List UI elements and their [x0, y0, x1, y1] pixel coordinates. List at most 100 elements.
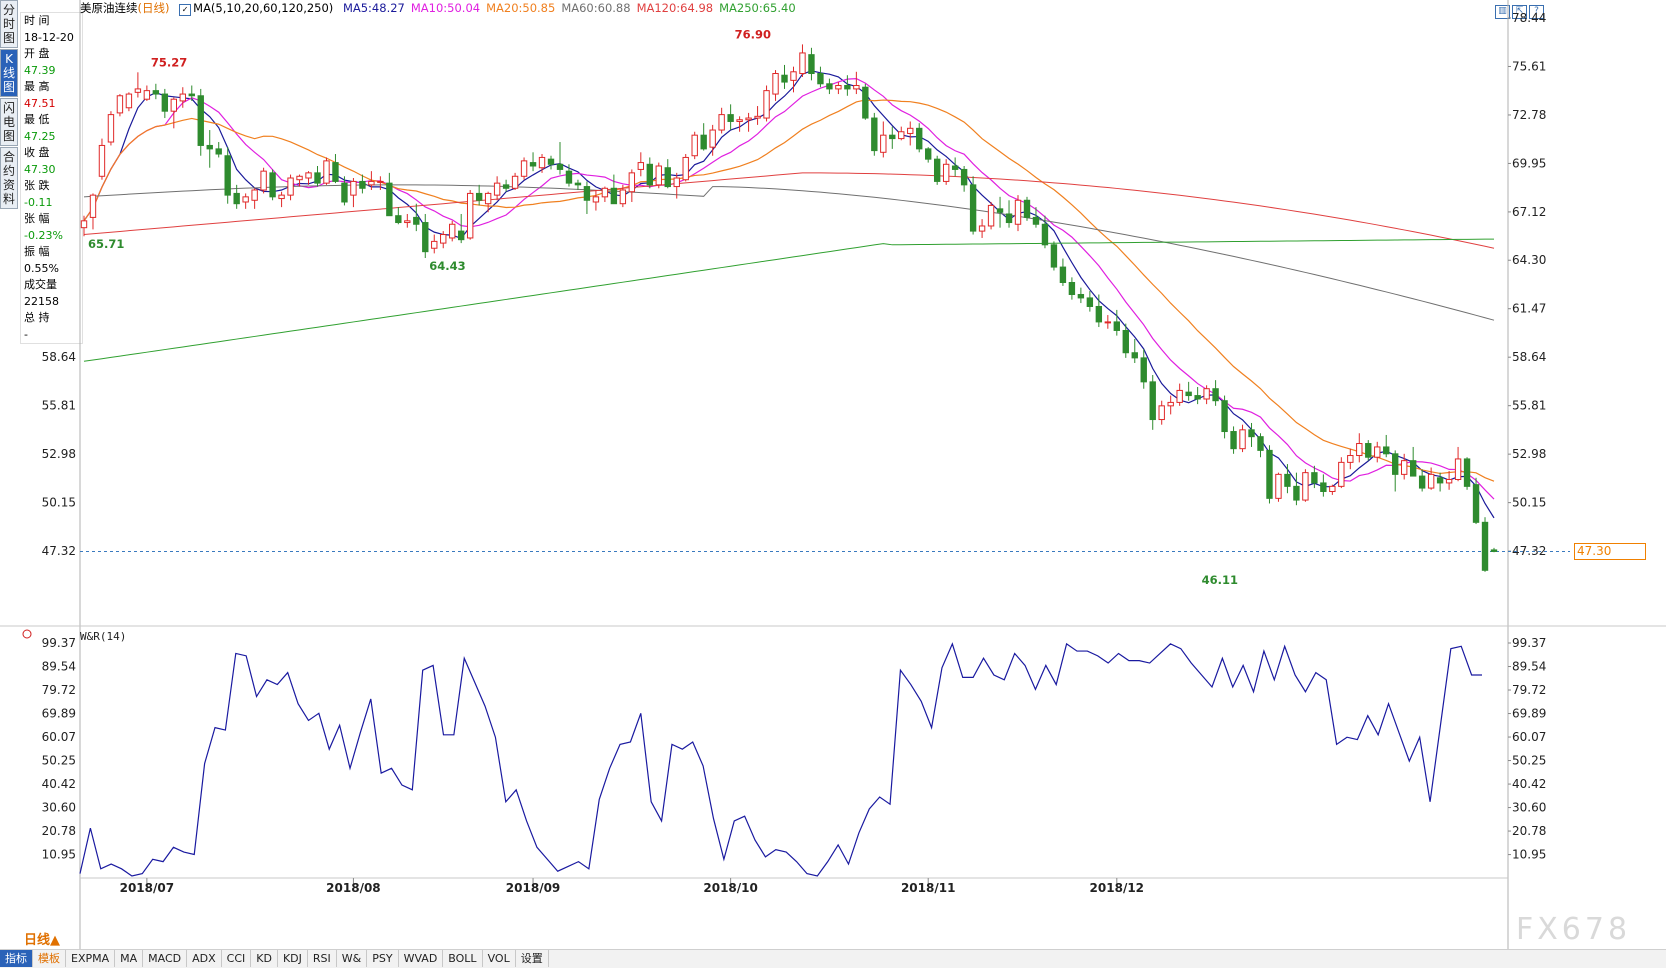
candle-body [808, 54, 815, 75]
candle-body [161, 93, 169, 112]
candle-body [925, 148, 932, 160]
wr-title: W&R(14) [80, 630, 126, 643]
candle-body [1481, 521, 1489, 571]
candle-body [736, 119, 743, 122]
candle-body [143, 90, 151, 100]
indicator-tab[interactable]: EXPMA [66, 950, 116, 967]
indicator-tab[interactable]: KD [251, 950, 278, 967]
price-tick-right: 78.44 [1512, 11, 1546, 25]
indicator-tab[interactable]: WVAD [399, 950, 444, 967]
candle-body [1293, 485, 1300, 501]
candle-body [1032, 216, 1040, 225]
candle-body [449, 223, 456, 239]
candle-body [1005, 213, 1013, 224]
wr-tick-left: 50.25 [42, 754, 76, 768]
candle-body [278, 194, 285, 200]
indicator-tab[interactable]: ADX [187, 950, 222, 967]
candle-body [1140, 357, 1147, 383]
candle-body [1023, 199, 1031, 218]
candle-body [1320, 482, 1327, 492]
candle-body [1275, 473, 1282, 499]
candle-body [978, 225, 986, 232]
candle-body [458, 230, 465, 241]
ma5-line [83, 70, 1495, 519]
price-tick-left: 58.64 [42, 350, 76, 364]
candle-body [422, 222, 429, 253]
wr-tick-left: 30.60 [42, 801, 76, 815]
indicator-tab[interactable]: BOLL [443, 950, 483, 967]
candle-body [1383, 446, 1390, 455]
wr-tick-right: 99.37 [1512, 636, 1546, 650]
candle-body [1122, 329, 1129, 354]
extreme-label: 75.27 [151, 55, 187, 69]
wr-tick-left: 79.72 [42, 683, 76, 697]
indicator-tab[interactable]: KDJ [278, 950, 308, 967]
candle-body [700, 134, 707, 150]
indicator-tab[interactable]: PSY [367, 950, 399, 967]
candle-body [1104, 321, 1112, 324]
candle-body [1472, 484, 1480, 523]
candle-body [1311, 472, 1318, 484]
candle-body [1230, 431, 1237, 450]
candle-body [709, 129, 716, 148]
candle-body [691, 134, 698, 157]
indicator-tab[interactable]: RSI [308, 950, 337, 967]
candle-body [206, 144, 213, 150]
candle-body [1284, 473, 1291, 487]
candle-body [287, 177, 294, 196]
candle-body [907, 127, 914, 134]
indicator-toolbar: 指标 模板 EXPMA MA MACD ADX CCI KD KDJ RSI W& PSY WVAD BO… [0, 949, 1666, 968]
candle-body [601, 187, 609, 198]
candle-body [89, 194, 97, 218]
wr-line [79, 642, 1482, 877]
candle-body [592, 196, 600, 203]
wr-tick-left: 10.95 [42, 848, 76, 862]
candle-body [1257, 436, 1264, 451]
candle-body [1095, 305, 1103, 323]
indicator-tab[interactable]: CCI [222, 950, 252, 967]
indicator-tab[interactable]: W& [337, 950, 368, 967]
price-tick-right: 58.64 [1512, 350, 1546, 364]
candle-body [404, 220, 411, 224]
candle-body [332, 162, 339, 182]
price-tick-left: 47.32 [42, 544, 76, 558]
extreme-label: 64.43 [429, 259, 465, 273]
price-tick-right: 61.47 [1512, 302, 1546, 316]
candle-body [1490, 549, 1498, 552]
candle-body [718, 114, 725, 131]
candle-body [296, 175, 303, 181]
wr-tick-right: 30.60 [1512, 801, 1546, 815]
wr-settings-icon[interactable] [22, 629, 32, 639]
indicator-tab[interactable]: VOL [483, 950, 516, 967]
candle-body [502, 184, 510, 189]
candle-body [1418, 475, 1426, 489]
candle-body [493, 182, 501, 196]
candle-body [951, 165, 959, 170]
price-tick-right: 69.95 [1512, 156, 1546, 170]
candle-body [646, 163, 653, 186]
indicator-tab[interactable]: 指标 [0, 950, 33, 967]
candle-body [619, 189, 627, 205]
timeframe-button[interactable]: 日线▲ [24, 929, 60, 948]
indicator-tab[interactable]: 模板 [33, 950, 66, 967]
candle-body [835, 84, 842, 90]
candle-body [260, 170, 267, 191]
candle-body [664, 167, 671, 188]
wr-tick-right: 60.07 [1512, 730, 1546, 744]
indicator-tab[interactable]: MACD [143, 950, 188, 967]
candle-body [960, 168, 968, 186]
kline-app: 分时图 K线图 闪电图 合约资料 时 间 18-12-20 开 盘 47.39 最 高4… [0, 0, 1666, 968]
candle-body [386, 182, 393, 217]
candle-body [1302, 472, 1309, 501]
candle-body [395, 215, 402, 224]
indicator-tab[interactable]: MA [115, 950, 144, 967]
candle-body [323, 160, 330, 184]
candle-body [610, 187, 618, 205]
kline-chart[interactable]: 78.44 75.61 72.78 69.95 67.12 64.30 61.47 58.64… [0, 0, 1666, 949]
candle-body [475, 192, 483, 201]
candle-body [565, 170, 573, 184]
indicator-tab[interactable]: 设置 [516, 950, 549, 967]
candle-body [1014, 199, 1022, 225]
date-tick-label: 2018/09 [506, 881, 560, 895]
candle-body [233, 192, 240, 205]
